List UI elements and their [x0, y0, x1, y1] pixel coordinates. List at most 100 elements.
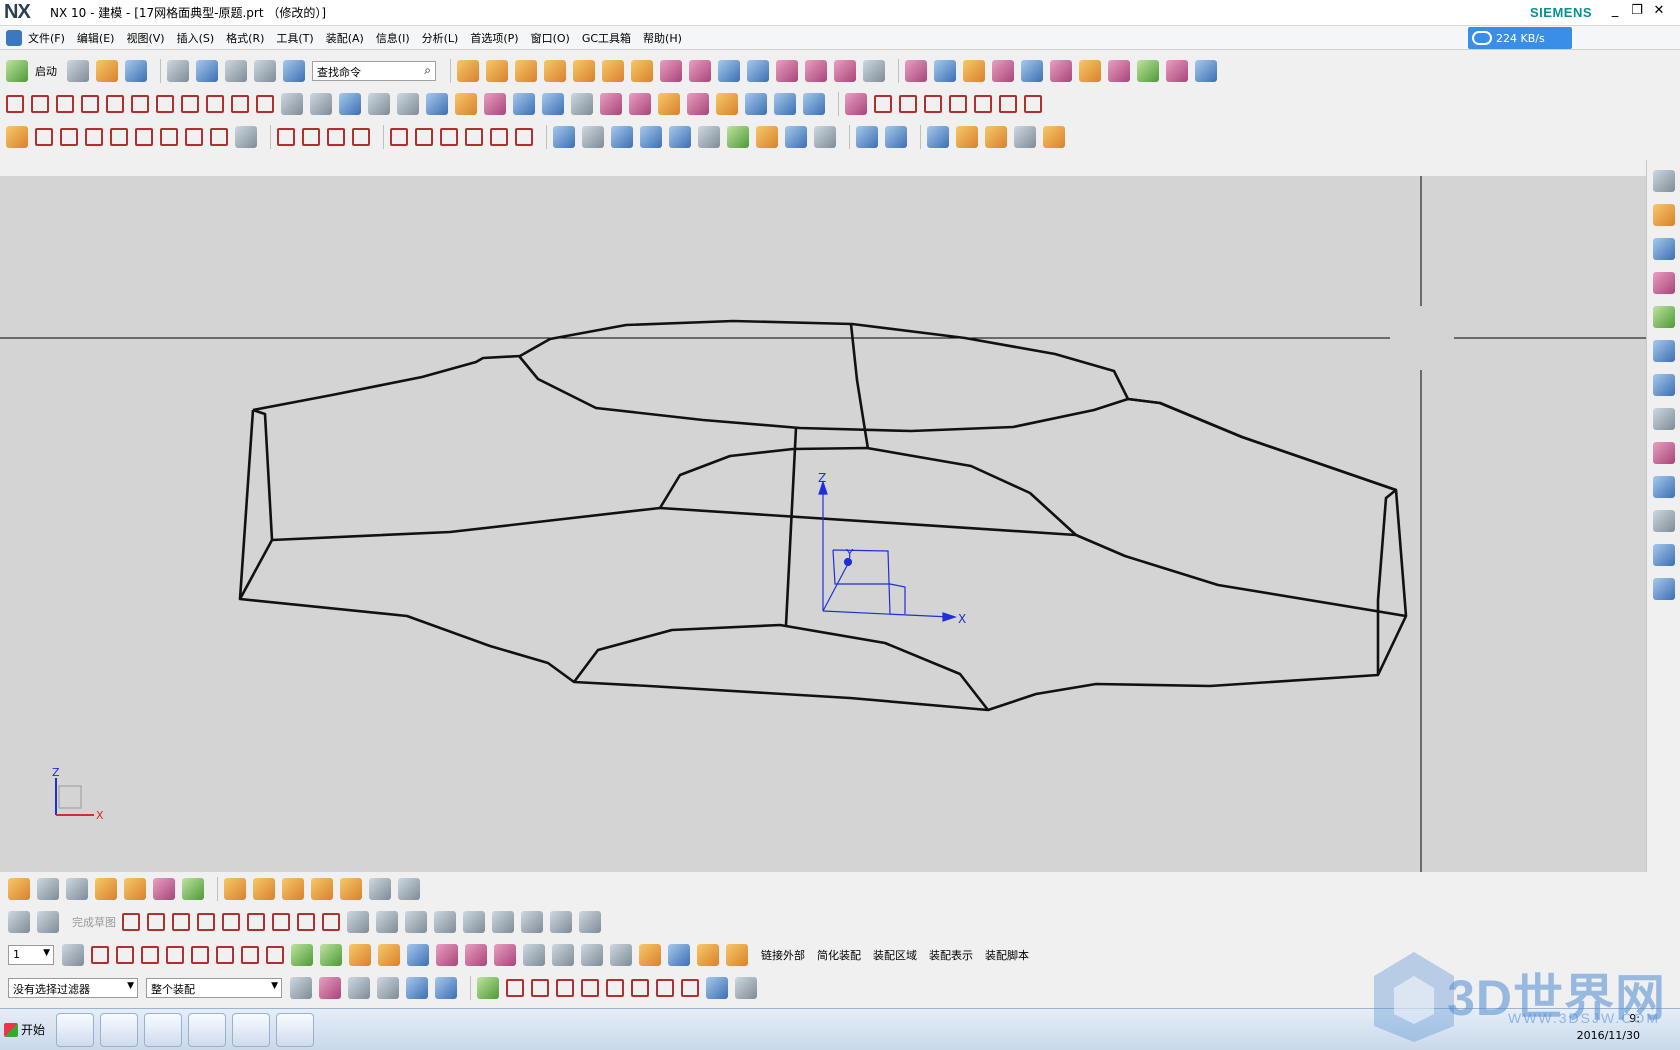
close-button[interactable]: ✕ [1650, 3, 1668, 18]
snap-line-icon-8[interactable] [210, 127, 228, 146]
type-filter-select[interactable]: 没有选择过滤器 ▼ [8, 978, 138, 998]
part-navigator-icon[interactable] [1652, 238, 1675, 260]
layer-icon-3[interactable] [349, 943, 371, 966]
snap-line-icon-7[interactable] [185, 127, 203, 146]
spline-icon[interactable] [181, 94, 199, 113]
asm-icon-13[interactable] [369, 877, 391, 900]
menu-insert[interactable]: 插入(S) [177, 30, 215, 46]
surface-icon-4[interactable] [992, 59, 1014, 82]
menu-info[interactable]: 信息(I) [376, 30, 410, 46]
view-icon-1[interactable] [856, 125, 878, 148]
edit-curve-icon-6[interactable] [974, 94, 992, 113]
asm-icon-6[interactable] [153, 877, 175, 900]
menu-gc-toolbox[interactable]: GC工具箱 [582, 30, 631, 46]
surface-icon-10[interactable] [1166, 59, 1188, 82]
circle-snap-icon-5[interactable] [490, 127, 508, 146]
utility-icon-5[interactable] [1043, 125, 1065, 148]
grid-toggle-icon-4[interactable] [610, 943, 632, 966]
layer-icon-2[interactable] [320, 943, 342, 966]
edit-curve-icon-1[interactable] [845, 92, 867, 115]
wcs-icon-3[interactable] [141, 945, 159, 964]
feature-icon-10[interactable] [718, 59, 740, 82]
line-icon[interactable] [31, 94, 49, 113]
layer-select[interactable]: 1 ▼ [8, 944, 54, 965]
studio-spline-icon[interactable] [206, 94, 224, 113]
graphics-viewport[interactable]: Z X Y Z X [0, 176, 1646, 872]
menu-help[interactable]: 帮助(H) [643, 30, 682, 46]
menu-assembly[interactable]: 装配(A) [326, 30, 364, 46]
shaded-icon-2[interactable] [640, 125, 662, 148]
surface-icon-8[interactable] [1108, 59, 1130, 82]
utility-icon-3[interactable] [985, 125, 1007, 148]
asm-icon-3[interactable] [66, 877, 88, 900]
utility-icon-4[interactable] [1014, 125, 1036, 148]
clock-icon[interactable] [1652, 408, 1675, 430]
sk-chamfer-icon[interactable] [247, 912, 265, 931]
circle-snap-icon-4[interactable] [465, 127, 483, 146]
asm-icon-8[interactable] [224, 877, 246, 900]
system-material-icon[interactable] [1652, 442, 1675, 464]
assembly-script-button[interactable]: 装配脚本 [985, 947, 1029, 963]
command-search-input[interactable]: 查找命令 ⌕ [312, 60, 436, 81]
sk-arc-icon[interactable] [172, 912, 190, 931]
feature-icon-2[interactable] [486, 59, 508, 82]
circle-snap-icon-2[interactable] [415, 127, 433, 146]
menu-format[interactable]: 格式(R) [226, 30, 264, 46]
cloud-app-taskbar-icon[interactable] [276, 1012, 314, 1047]
snap-arc-center-icon[interactable] [581, 979, 599, 997]
assembly-representation-button[interactable]: 装配表示 [929, 947, 973, 963]
sk-mirror-icon[interactable] [405, 910, 427, 933]
redo-icon[interactable] [225, 59, 247, 82]
snap-on-curve-icon[interactable] [656, 979, 674, 997]
wcs-icon-6[interactable] [216, 945, 234, 964]
surface-icon-2[interactable] [934, 59, 956, 82]
layout-icon[interactable] [1652, 578, 1675, 600]
utility-icon-2[interactable] [956, 125, 978, 148]
delete-icon[interactable] [167, 59, 189, 82]
show-hide-icon-2[interactable] [436, 943, 458, 966]
curve-icon-7[interactable] [542, 92, 564, 115]
sk-extend-icon[interactable] [463, 910, 485, 933]
snap-endpoint-icon[interactable] [477, 977, 499, 999]
menu-preferences[interactable]: 首选项(P) [470, 30, 518, 46]
sk-studio-spline-icon[interactable] [297, 912, 315, 931]
arc-snap-icon-2[interactable] [302, 127, 320, 146]
arc-icon[interactable] [56, 94, 74, 113]
shaded-icon-3[interactable] [669, 125, 691, 148]
surface-icon-3[interactable] [963, 59, 985, 82]
curve-icon-14[interactable] [745, 92, 767, 115]
surface-icon-5[interactable] [1021, 59, 1043, 82]
wave-link-icon[interactable] [726, 943, 748, 966]
fit-view-icon[interactable] [553, 125, 575, 148]
wcs-icon-4[interactable] [166, 945, 184, 964]
feature-icon-8[interactable] [660, 59, 682, 82]
download-speed-widget[interactable]: 224 KB/s [1468, 27, 1572, 49]
grid-toggle-icon-3[interactable] [581, 943, 603, 966]
snap-line-icon-3[interactable] [85, 127, 103, 146]
assembly-zones-button[interactable]: 装配区域 [873, 947, 917, 963]
asm-icon-14[interactable] [398, 877, 420, 900]
curve-icon-1[interactable] [368, 92, 390, 115]
history-icon[interactable] [1652, 374, 1675, 396]
curve-icon-3[interactable] [426, 92, 448, 115]
show-hide-icon-1[interactable] [407, 943, 429, 966]
assembly-navigator-icon[interactable] [1652, 170, 1675, 192]
measure-icon-3[interactable] [697, 943, 719, 966]
circle-snap-icon-6[interactable] [515, 127, 533, 146]
menu-window[interactable]: 窗口(O) [531, 30, 570, 46]
feature-icon-9[interactable] [689, 59, 711, 82]
curve-icon-6[interactable] [513, 92, 535, 115]
snap-icon[interactable] [6, 125, 28, 148]
menu-analysis[interactable]: 分析(L) [422, 30, 459, 46]
filter-icon-2[interactable] [319, 977, 341, 999]
feature-icon-7[interactable] [631, 59, 653, 82]
layer-icon-4[interactable] [378, 943, 400, 966]
wcs-icon-7[interactable] [241, 945, 259, 964]
surface-icon-11[interactable] [1195, 59, 1217, 82]
layer-settings-icon[interactable] [62, 943, 84, 966]
start-button[interactable]: 启动 [35, 63, 57, 79]
studio-icon[interactable] [727, 125, 749, 148]
system-scenes-icon[interactable] [1652, 544, 1675, 566]
feature-icon-15[interactable] [863, 59, 885, 82]
circle-snap-icon-1[interactable] [390, 127, 408, 146]
